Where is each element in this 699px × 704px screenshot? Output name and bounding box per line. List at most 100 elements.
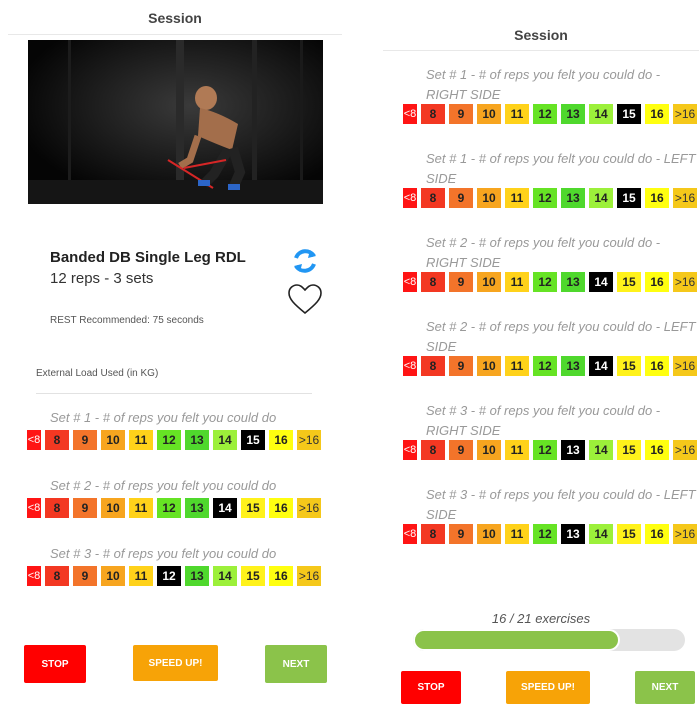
rep-option-v11[interactable]: 11 [505, 524, 529, 544]
rep-option-v8[interactable]: 8 [421, 104, 445, 124]
rep-option-v12[interactable]: 12 [157, 430, 181, 450]
rep-option-v10[interactable]: 10 [101, 430, 125, 450]
rep-option-v14[interactable]: 14 [589, 440, 613, 460]
stop-button[interactable]: STOP [24, 645, 86, 683]
rep-option-lt8[interactable]: <8 [403, 188, 417, 208]
rep-option-v11[interactable]: 11 [505, 104, 529, 124]
rep-option-v8[interactable]: 8 [421, 356, 445, 376]
rep-option-v14[interactable]: 14 [589, 356, 613, 376]
rep-option-v8[interactable]: 8 [45, 430, 69, 450]
rep-option-v13[interactable]: 13 [185, 430, 209, 450]
rep-option-v14[interactable]: 14 [213, 430, 237, 450]
rep-option-v15[interactable]: 15 [617, 104, 641, 124]
next-button[interactable]: NEXT [635, 671, 695, 704]
rep-option-v15[interactable]: 15 [617, 272, 641, 292]
rep-option-gt16[interactable]: >16 [297, 498, 321, 518]
rep-option-v15[interactable]: 15 [241, 566, 265, 586]
rep-option-v9[interactable]: 9 [449, 356, 473, 376]
speed-up-button[interactable]: SPEED UP! [506, 671, 590, 704]
rep-option-v11[interactable]: 11 [505, 188, 529, 208]
rep-option-v12[interactable]: 12 [157, 566, 181, 586]
rep-option-gt16[interactable]: >16 [673, 188, 697, 208]
rep-option-v14[interactable]: 14 [589, 188, 613, 208]
rep-option-v12[interactable]: 12 [533, 104, 557, 124]
rep-option-v15[interactable]: 15 [617, 440, 641, 460]
rep-option-v13[interactable]: 13 [185, 498, 209, 518]
rep-option-v9[interactable]: 9 [73, 566, 97, 586]
rep-option-v13[interactable]: 13 [561, 272, 585, 292]
rep-option-gt16[interactable]: >16 [673, 524, 697, 544]
rep-option-v13[interactable]: 13 [561, 524, 585, 544]
rep-option-gt16[interactable]: >16 [673, 356, 697, 376]
rep-option-gt16[interactable]: >16 [297, 430, 321, 450]
rep-option-v12[interactable]: 12 [533, 188, 557, 208]
rep-option-lt8[interactable]: <8 [27, 430, 41, 450]
rep-option-v13[interactable]: 13 [561, 440, 585, 460]
rep-option-v16[interactable]: 16 [269, 566, 293, 586]
rep-option-lt8[interactable]: <8 [403, 524, 417, 544]
rep-option-v11[interactable]: 11 [505, 356, 529, 376]
rep-option-v15[interactable]: 15 [617, 356, 641, 376]
speed-up-button[interactable]: SPEED UP! [133, 645, 218, 681]
rep-option-v16[interactable]: 16 [645, 188, 669, 208]
rep-option-v14[interactable]: 14 [213, 498, 237, 518]
rep-option-v16[interactable]: 16 [645, 356, 669, 376]
rep-option-lt8[interactable]: <8 [403, 104, 417, 124]
rep-option-v13[interactable]: 13 [561, 188, 585, 208]
rep-option-v9[interactable]: 9 [449, 440, 473, 460]
rep-option-v11[interactable]: 11 [129, 566, 153, 586]
rep-option-lt8[interactable]: <8 [27, 498, 41, 518]
rep-option-v16[interactable]: 16 [645, 272, 669, 292]
exercise-video[interactable] [28, 40, 323, 204]
sync-icon[interactable] [290, 246, 320, 276]
rep-option-v16[interactable]: 16 [269, 430, 293, 450]
rep-option-lt8[interactable]: <8 [27, 566, 41, 586]
rep-option-v10[interactable]: 10 [477, 524, 501, 544]
stop-button[interactable]: STOP [401, 671, 461, 704]
rep-option-v15[interactable]: 15 [617, 188, 641, 208]
rep-option-v15[interactable]: 15 [617, 524, 641, 544]
rep-option-v10[interactable]: 10 [477, 188, 501, 208]
rep-option-v16[interactable]: 16 [645, 440, 669, 460]
rep-option-v8[interactable]: 8 [45, 498, 69, 518]
rep-option-v11[interactable]: 11 [129, 430, 153, 450]
rep-option-v10[interactable]: 10 [101, 566, 125, 586]
rep-option-v14[interactable]: 14 [589, 272, 613, 292]
rep-option-v9[interactable]: 9 [449, 188, 473, 208]
rep-option-v15[interactable]: 15 [241, 430, 265, 450]
rep-option-v12[interactable]: 12 [533, 272, 557, 292]
next-button[interactable]: NEXT [265, 645, 327, 683]
rep-option-v9[interactable]: 9 [449, 104, 473, 124]
rep-option-v8[interactable]: 8 [421, 440, 445, 460]
rep-option-v11[interactable]: 11 [129, 498, 153, 518]
rep-option-v8[interactable]: 8 [45, 566, 69, 586]
rep-option-gt16[interactable]: >16 [297, 566, 321, 586]
rep-option-gt16[interactable]: >16 [673, 440, 697, 460]
rep-option-v16[interactable]: 16 [269, 498, 293, 518]
rep-option-v15[interactable]: 15 [241, 498, 265, 518]
rep-option-lt8[interactable]: <8 [403, 440, 417, 460]
rep-option-v11[interactable]: 11 [505, 272, 529, 292]
rep-option-v16[interactable]: 16 [645, 524, 669, 544]
heart-icon[interactable] [286, 282, 324, 316]
external-load-field[interactable]: External Load Used (in KG) [36, 368, 158, 379]
rep-option-v13[interactable]: 13 [561, 356, 585, 376]
rep-option-v9[interactable]: 9 [73, 430, 97, 450]
rep-option-v10[interactable]: 10 [477, 440, 501, 460]
rep-option-v9[interactable]: 9 [73, 498, 97, 518]
rep-option-lt8[interactable]: <8 [403, 356, 417, 376]
rep-option-gt16[interactable]: >16 [673, 104, 697, 124]
rep-option-v13[interactable]: 13 [561, 104, 585, 124]
rep-option-v12[interactable]: 12 [533, 524, 557, 544]
rep-option-v10[interactable]: 10 [477, 104, 501, 124]
rep-option-v12[interactable]: 12 [157, 498, 181, 518]
rep-option-lt8[interactable]: <8 [403, 272, 417, 292]
rep-option-v12[interactable]: 12 [533, 440, 557, 460]
rep-option-v13[interactable]: 13 [185, 566, 209, 586]
rep-option-v10[interactable]: 10 [477, 272, 501, 292]
rep-option-v11[interactable]: 11 [505, 440, 529, 460]
rep-option-v10[interactable]: 10 [477, 356, 501, 376]
rep-option-v8[interactable]: 8 [421, 272, 445, 292]
rep-option-v14[interactable]: 14 [589, 104, 613, 124]
rep-option-v14[interactable]: 14 [589, 524, 613, 544]
